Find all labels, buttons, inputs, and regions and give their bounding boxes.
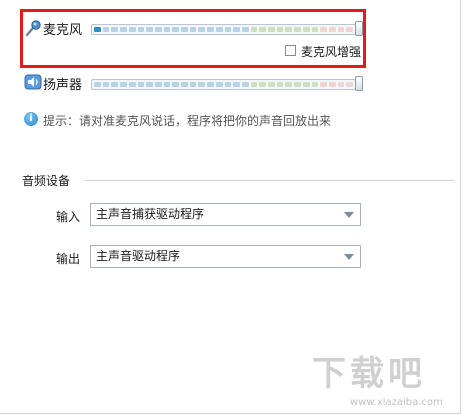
audio-devices-title: 音频设备 [22, 174, 71, 188]
meter-segment [163, 27, 171, 32]
output-device-select[interactable]: 主声音驱动程序 [90, 245, 361, 268]
meter-segment [294, 27, 301, 32]
meter-segment [233, 82, 240, 87]
microphone-icon [25, 20, 41, 37]
meter-segment [259, 27, 267, 32]
watermark-logo-text: 下载吧 [312, 354, 426, 394]
input-device-value: 主声音捕获驱动程序 [96, 207, 205, 221]
meter-segment [285, 82, 293, 87]
meter-segment [346, 27, 354, 32]
speaker-level-meter [91, 79, 356, 90]
meter-segment [207, 27, 214, 32]
hint-text: 提示：请对准麦克风说话，程序将把你的声音回放出来 [43, 114, 332, 128]
meter-segment [172, 82, 180, 87]
meter-segment [111, 82, 119, 87]
meter-segment [224, 82, 232, 87]
meter-segment [328, 82, 336, 87]
meter-segment [268, 82, 275, 87]
meter-segment [128, 82, 136, 87]
meter-segment [137, 82, 145, 87]
meter-segment [172, 27, 180, 32]
microphone-label: 麦克风 [43, 23, 83, 38]
meter-segment [198, 27, 206, 32]
meter-segment [128, 27, 136, 32]
meter-segment [268, 27, 275, 32]
meter-segment [181, 82, 188, 87]
meter-segment [311, 27, 319, 32]
meter-segment [294, 82, 301, 87]
meter-segment [102, 82, 110, 87]
input-device-select[interactable]: 主声音捕获驱动程序 [90, 203, 361, 226]
speaker-label: 扬声器 [43, 78, 83, 93]
meter-segment [154, 82, 162, 87]
microphone-enhance-label: 麦克风增强 [301, 45, 362, 59]
meter-segment [276, 82, 284, 87]
audio-settings-panel: 麦克风 麦克风增强 扬声器 i 提示：请对准麦克风说话，程序将把你的声音回放出来… [0, 0, 461, 414]
meter-segment [181, 27, 188, 32]
watermark-url: www.xiazaiba.com [350, 397, 443, 408]
meter-segment [241, 27, 249, 32]
meter-segment [189, 82, 197, 87]
meter-segment [241, 82, 249, 87]
output-device-value: 主声音驱动程序 [96, 249, 181, 263]
meter-segment [120, 27, 127, 32]
meter-segment [285, 27, 293, 32]
section-divider [84, 180, 454, 181]
chevron-down-icon [344, 212, 354, 218]
meter-segment [320, 27, 327, 32]
chevron-down-icon [344, 254, 354, 260]
meter-segment [154, 27, 162, 32]
meter-segment [250, 27, 258, 32]
watermark-logo: 下载吧 [312, 346, 426, 395]
meter-segment [346, 82, 354, 87]
meter-segment [328, 27, 336, 32]
input-device-label: 输入 [56, 210, 81, 224]
meter-segment [198, 82, 206, 87]
meter-segment [233, 27, 240, 32]
meter-segment [259, 82, 267, 87]
microphone-volume-slider[interactable] [355, 21, 363, 36]
meter-segment [337, 27, 345, 32]
meter-segment [94, 27, 101, 32]
meter-segment [146, 82, 153, 87]
meter-segment [94, 82, 101, 87]
output-device-label: 输出 [56, 252, 81, 266]
meter-segment [302, 27, 310, 32]
info-icon: i [24, 112, 38, 126]
meter-segment [146, 27, 153, 32]
meter-segment [337, 82, 345, 87]
meter-segment [215, 82, 223, 87]
speaker-icon [24, 74, 42, 90]
meter-segment [111, 27, 119, 32]
meter-segment [320, 82, 327, 87]
meter-segment [137, 27, 145, 32]
microphone-level-meter [91, 24, 356, 35]
meter-segment [189, 27, 197, 32]
meter-segment [311, 82, 319, 87]
meter-segment [120, 82, 127, 87]
meter-segment [163, 82, 171, 87]
meter-segment [302, 82, 310, 87]
meter-segment [250, 82, 258, 87]
meter-segment [215, 27, 223, 32]
meter-segment [102, 27, 110, 32]
meter-segment [276, 27, 284, 32]
microphone-enhance-checkbox[interactable] [285, 45, 296, 56]
meter-segment [224, 27, 232, 32]
speaker-volume-slider[interactable] [355, 76, 363, 91]
meter-segment [207, 82, 214, 87]
